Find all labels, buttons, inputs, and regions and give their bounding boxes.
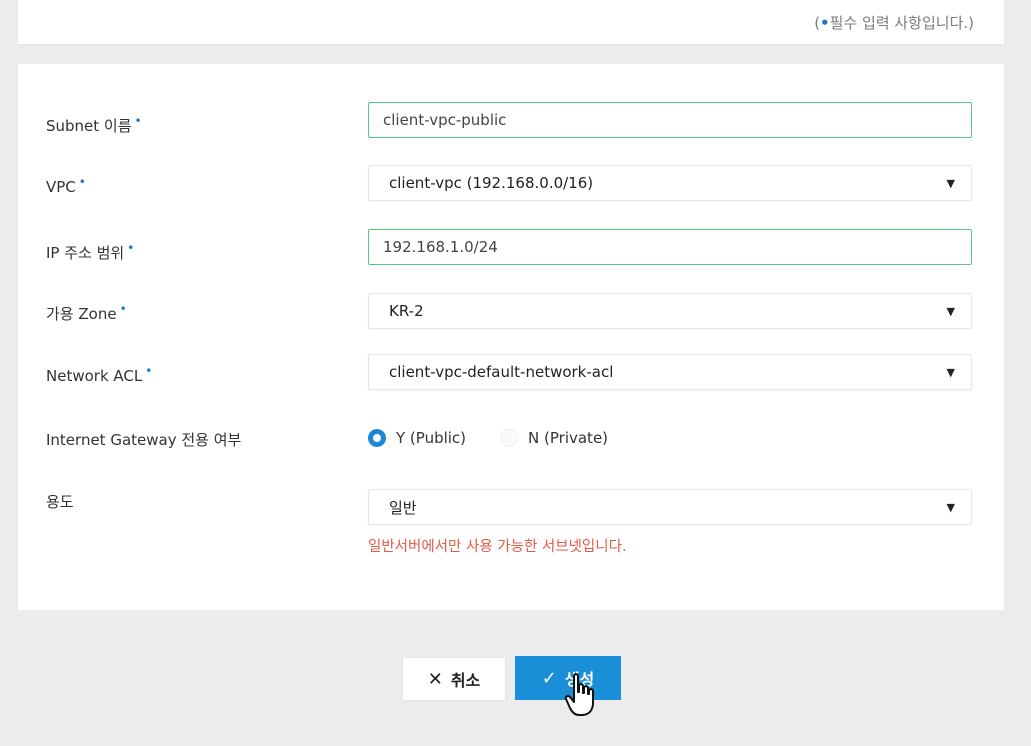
- zone-select[interactable]: KR-2 ▼: [368, 293, 972, 329]
- internet-gateway-radio-group: Y (Public) N (Private): [368, 426, 642, 450]
- subnet-name-input[interactable]: client-vpc-public: [368, 102, 972, 138]
- radio-label: N (Private): [528, 429, 609, 447]
- label-text: IP 주소 범위: [46, 244, 125, 262]
- select-value: client-vpc-default-network-acl: [389, 363, 614, 381]
- input-value: client-vpc-public: [383, 111, 507, 129]
- required-dot: •: [119, 302, 127, 316]
- required-dot: •: [78, 175, 86, 189]
- label-text: Network ACL: [46, 367, 143, 385]
- caret-down-icon: ▼: [946, 366, 955, 380]
- usage-hint: 일반서버에서만 사용 가능한 서브넷입니다.: [368, 539, 627, 555]
- label-text: 용도: [46, 493, 74, 511]
- subnet-name-label: Subnet 이름 •: [46, 114, 142, 136]
- internet-gateway-label: Internet Gateway 전용 여부: [46, 429, 241, 450]
- cancel-label: 취소: [450, 671, 481, 690]
- required-note-text: 필수 입력 사항입니다.): [829, 14, 974, 32]
- vpc-label: VPC •: [46, 175, 86, 196]
- network-acl-select[interactable]: client-vpc-default-network-acl ▼: [368, 354, 972, 390]
- caret-down-icon: ▼: [946, 177, 955, 191]
- input-value: 192.168.1.0/24: [383, 238, 498, 256]
- select-value: 일반: [389, 498, 417, 517]
- required-dot: •: [134, 114, 142, 128]
- network-acl-label: Network ACL •: [46, 364, 153, 385]
- close-icon: ✕: [427, 668, 443, 690]
- label-text: VPC: [46, 178, 76, 196]
- check-icon: ✓: [541, 667, 557, 689]
- usage-label: 용도: [46, 491, 74, 512]
- ip-range-label: IP 주소 범위 •: [46, 241, 135, 263]
- required-dot: •: [145, 364, 153, 378]
- radio-unchecked-icon[interactable]: [500, 429, 519, 447]
- required-dot: •: [820, 14, 830, 32]
- caret-down-icon: ▼: [946, 501, 955, 515]
- caret-down-icon: ▼: [946, 305, 955, 319]
- zone-label: 가용 Zone •: [46, 302, 127, 324]
- cancel-button[interactable]: ✕ 취소: [402, 657, 506, 701]
- ip-range-input[interactable]: 192.168.1.0/24: [368, 229, 972, 265]
- label-text: Subnet 이름: [46, 117, 132, 135]
- label-text: 가용 Zone: [46, 305, 117, 323]
- select-value: client-vpc (192.168.0.0/16): [389, 174, 594, 192]
- subnet-form: Subnet 이름 • client-vpc-public VPC • client…: [18, 64, 1004, 610]
- vpc-select[interactable]: client-vpc (192.168.0.0/16) ▼: [368, 165, 972, 201]
- required-note: (•필수 입력 사항입니다.): [814, 12, 974, 33]
- radio-public[interactable]: Y (Public): [368, 429, 466, 447]
- radio-private[interactable]: N (Private): [500, 429, 608, 447]
- radio-label: Y (Public): [396, 429, 467, 447]
- form-header-bar: (•필수 입력 사항입니다.): [18, 0, 1004, 45]
- select-value: KR-2: [389, 302, 424, 320]
- required-dot: •: [127, 241, 135, 255]
- usage-select[interactable]: 일반 ▼: [368, 489, 972, 525]
- radio-checked-icon[interactable]: [368, 429, 386, 447]
- hand-cursor-icon: [564, 673, 594, 716]
- label-text: Internet Gateway 전용 여부: [46, 431, 242, 449]
